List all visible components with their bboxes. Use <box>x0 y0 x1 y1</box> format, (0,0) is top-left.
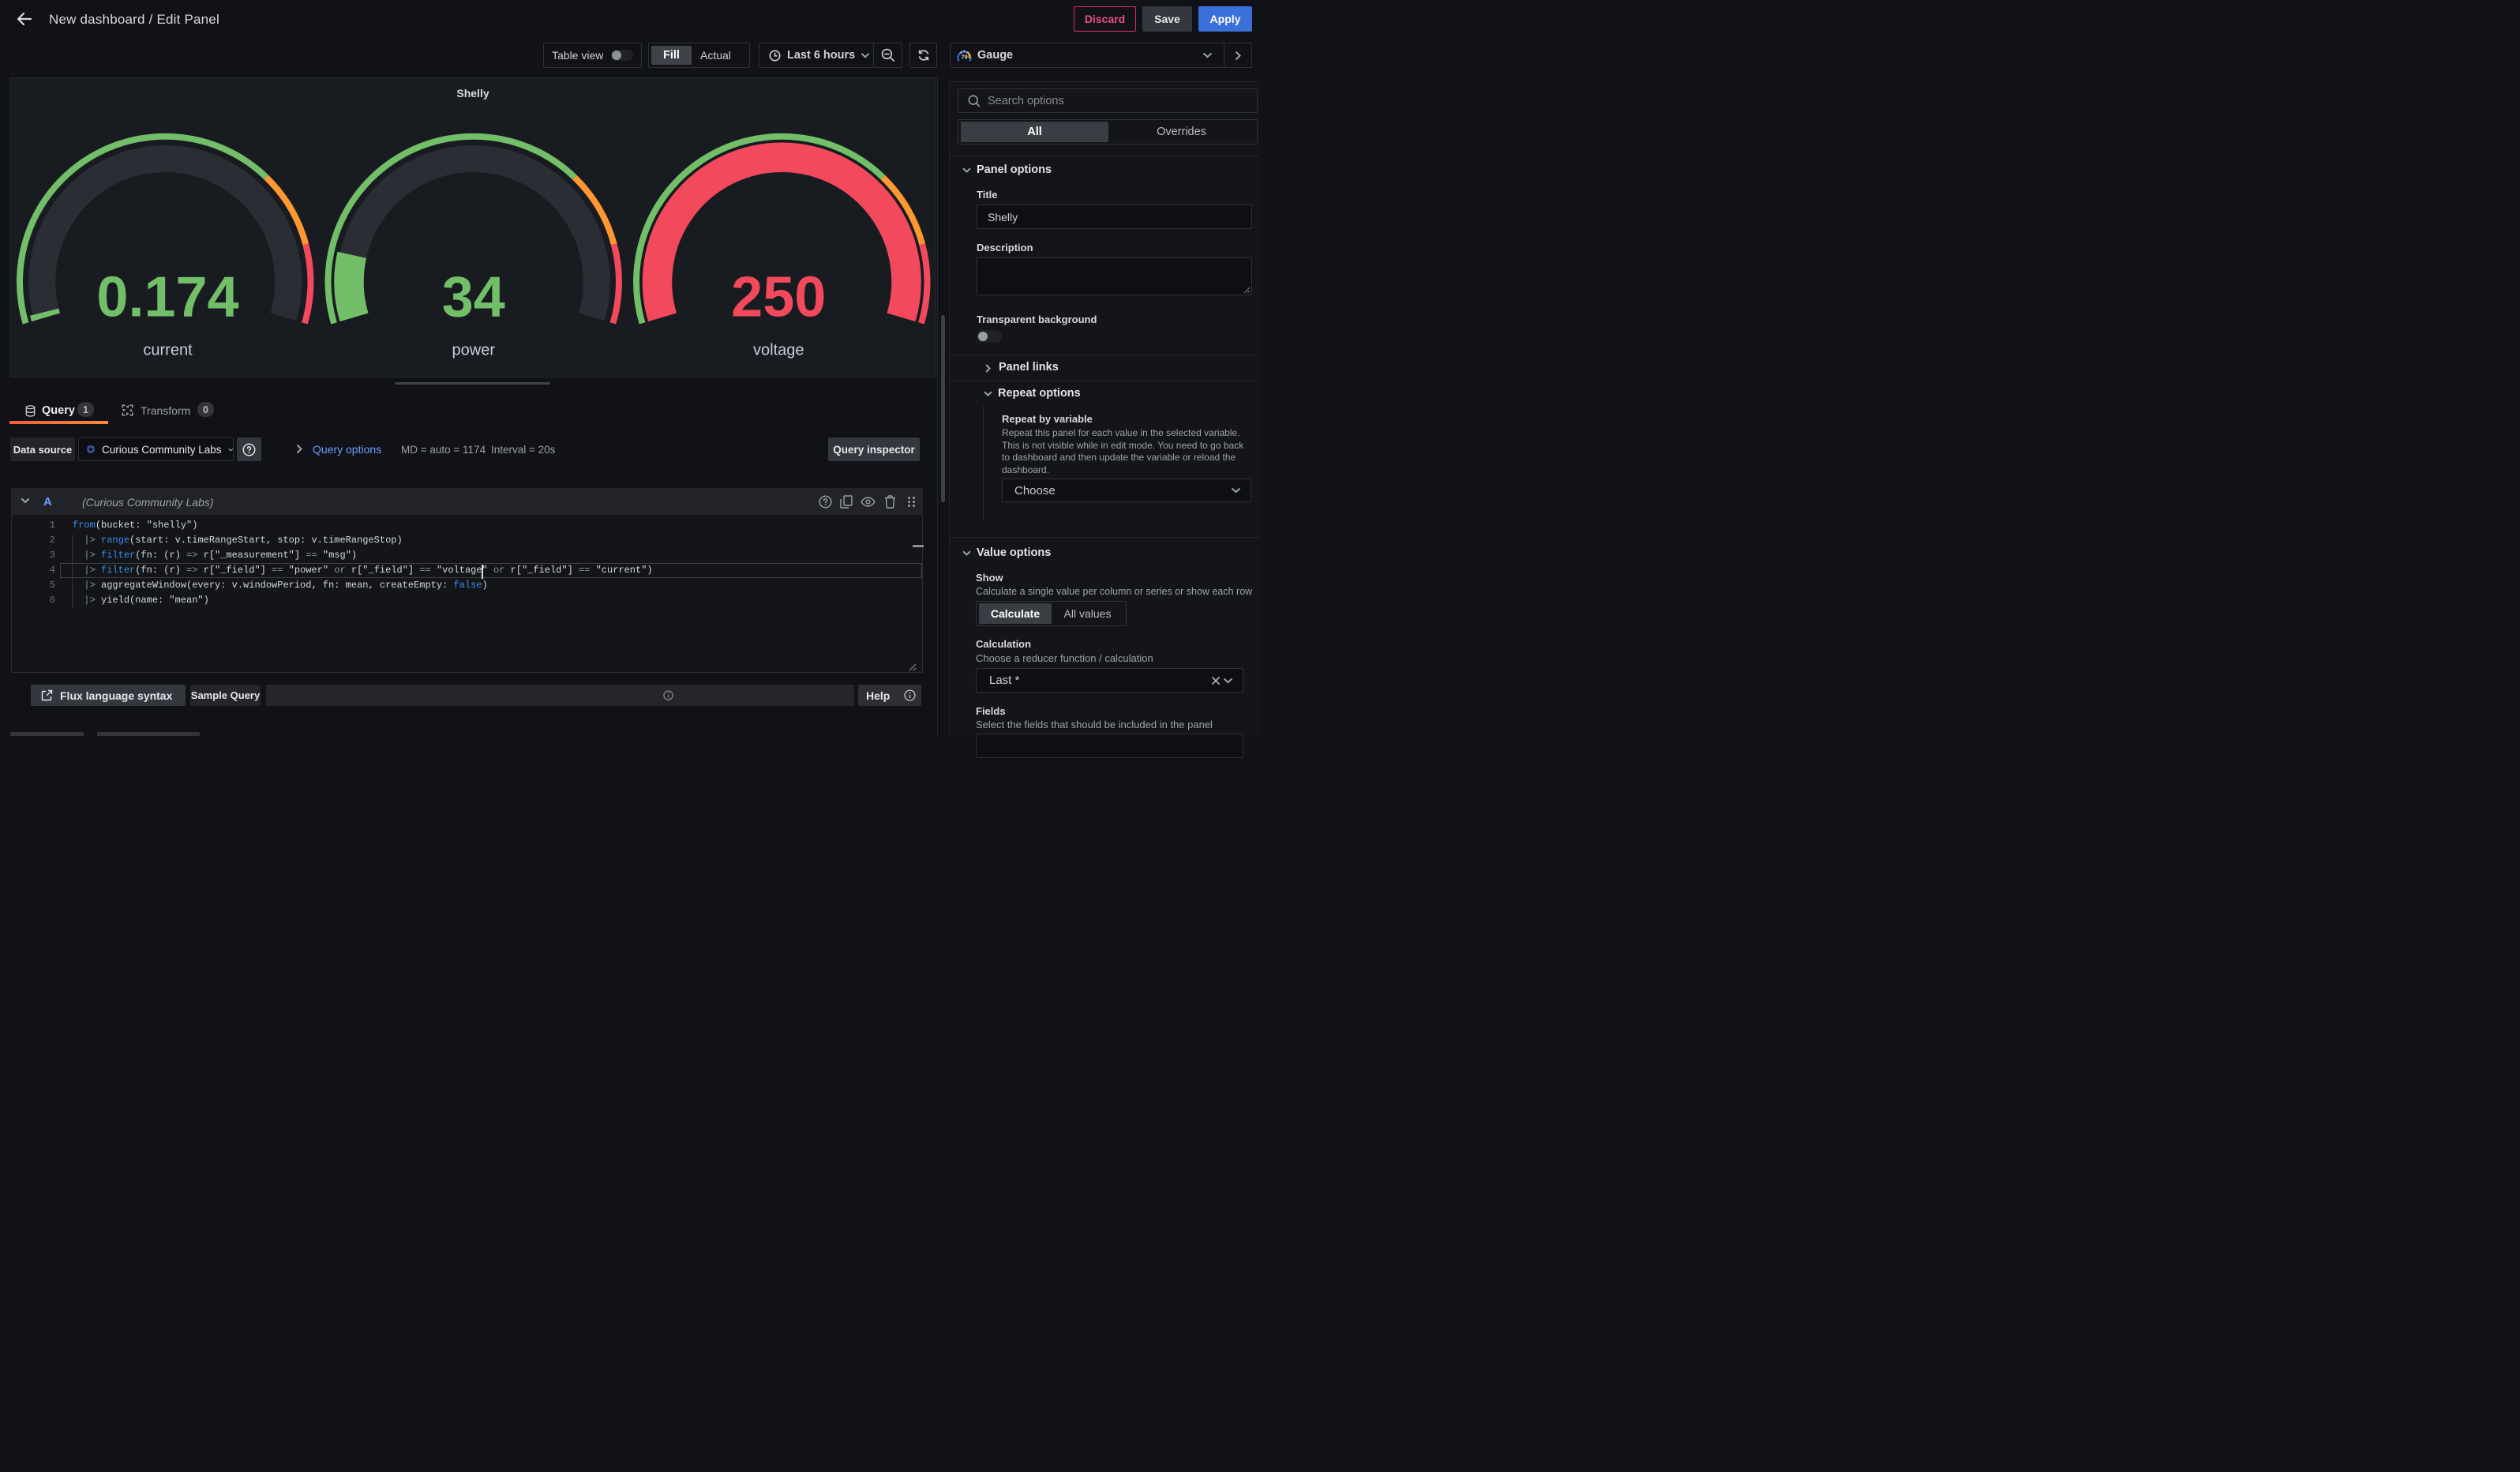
svg-text:250: 250 <box>731 266 826 329</box>
svg-text:34: 34 <box>441 266 504 329</box>
svg-text:power: power <box>452 342 495 359</box>
svg-text:current: current <box>143 342 193 359</box>
svg-text:voltage: voltage <box>753 342 804 359</box>
svg-text:0.174: 0.174 <box>96 266 238 329</box>
svg-text:79: 79 <box>961 53 967 60</box>
